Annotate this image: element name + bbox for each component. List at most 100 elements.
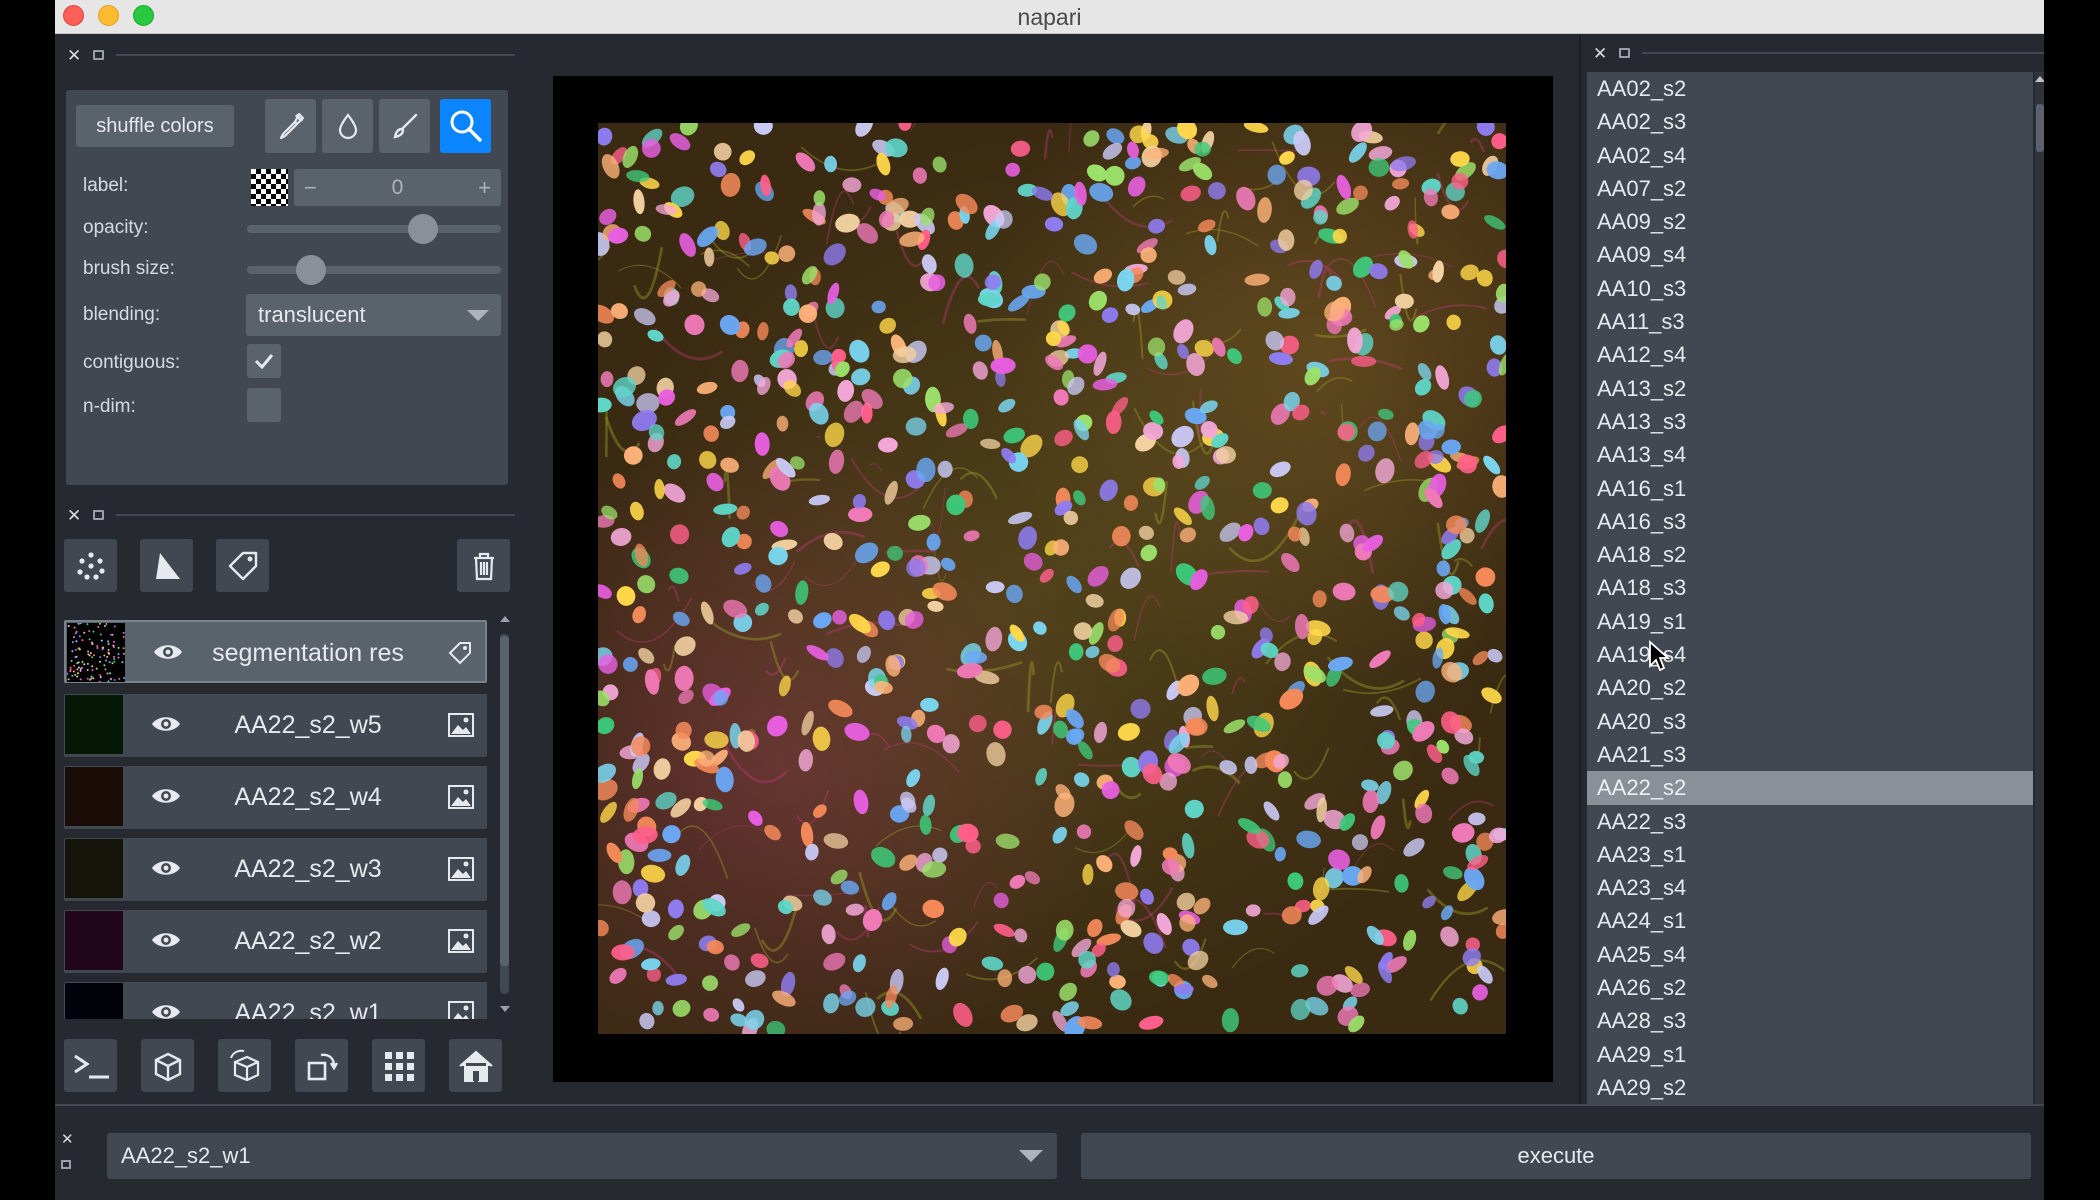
- layer-name[interactable]: segmentation res: [186, 622, 430, 685]
- file-list-item[interactable]: AA10_s3: [1587, 272, 2033, 305]
- nucleus-label: [1244, 273, 1270, 286]
- file-list-item[interactable]: AA25_s4: [1587, 938, 2033, 971]
- scroll-down-icon[interactable]: [500, 1006, 510, 1012]
- close-icon[interactable]: ✕: [1593, 45, 1607, 62]
- file-list-item[interactable]: AA13_s4: [1587, 438, 2033, 471]
- zoom-tool-button[interactable]: [440, 99, 491, 153]
- eye-icon[interactable]: [152, 640, 184, 664]
- transpose-button[interactable]: [295, 1039, 348, 1092]
- file-list-scrollbar[interactable]: [2035, 72, 2044, 1132]
- layer-name[interactable]: AA22_s2_w5: [184, 694, 432, 757]
- fill-tool-button[interactable]: [322, 99, 373, 153]
- eye-icon[interactable]: [150, 1000, 182, 1019]
- file-list-item[interactable]: AA02_s3: [1587, 105, 2033, 138]
- scroll-up-icon[interactable]: [500, 616, 510, 622]
- contiguous-checkbox[interactable]: [247, 344, 281, 378]
- new-shapes-layer-button[interactable]: [140, 539, 193, 592]
- new-labels-layer-button[interactable]: [216, 539, 269, 592]
- dock-handle[interactable]: [1642, 52, 2044, 54]
- close-icon[interactable]: ✕: [67, 507, 81, 524]
- nucleus-label: [1351, 355, 1377, 367]
- microscopy-image[interactable]: [598, 123, 1506, 1034]
- file-list-item[interactable]: AA16_s1: [1587, 472, 2033, 505]
- viewer-canvas[interactable]: [553, 76, 1553, 1082]
- layer-name[interactable]: AA22_s2_w2: [184, 910, 432, 973]
- ndisplay-button[interactable]: [141, 1039, 194, 1092]
- file-list-item[interactable]: AA28_s3: [1587, 1004, 2033, 1037]
- file-list-item[interactable]: AA19_s1: [1587, 605, 2033, 638]
- file-list-item[interactable]: AA18_s3: [1587, 571, 2033, 604]
- segmentation-overlay: [598, 123, 1506, 1034]
- float-icon[interactable]: [93, 50, 105, 60]
- file-list-item[interactable]: AA02_s4: [1587, 139, 2033, 172]
- scrollbar-thumb[interactable]: [500, 636, 509, 966]
- close-icon[interactable]: ✕: [67, 47, 81, 64]
- eye-icon[interactable]: [150, 784, 182, 808]
- file-list-item[interactable]: AA22_s2: [1587, 771, 2033, 805]
- tag-icon: [448, 642, 471, 665]
- file-list-item[interactable]: AA29_s1: [1587, 1038, 2033, 1071]
- float-icon[interactable]: [93, 510, 105, 520]
- grid-view-button[interactable]: [372, 1039, 425, 1092]
- file-list-item[interactable]: AA21_s3: [1587, 738, 2033, 771]
- home-button[interactable]: [449, 1039, 502, 1092]
- layer-name[interactable]: AA22_s2_w3: [184, 838, 432, 901]
- file-list-item[interactable]: AA11_s3: [1587, 305, 2033, 338]
- scroll-up-icon[interactable]: [2035, 76, 2044, 82]
- eye-icon[interactable]: [150, 712, 182, 736]
- paint-tool-button[interactable]: [379, 99, 430, 153]
- brush-size-slider[interactable]: [247, 255, 501, 285]
- file-list-item[interactable]: AA07_s2: [1587, 172, 2033, 205]
- decrement-icon[interactable]: −: [304, 175, 317, 201]
- layer-row-w2[interactable]: AA22_s2_w2: [64, 910, 487, 973]
- brush-size-slider-handle[interactable]: [296, 255, 327, 285]
- shuffle-colors-button[interactable]: shuffle colors: [76, 105, 234, 147]
- layer-row-segmentation[interactable]: segmentation res: [64, 620, 487, 683]
- file-list-item[interactable]: AA23_s4: [1587, 871, 2033, 904]
- file-list-item[interactable]: AA13_s2: [1587, 372, 2033, 405]
- file-list-item[interactable]: AA20_s2: [1587, 671, 2033, 704]
- layer-name[interactable]: AA22_s2_w4: [184, 766, 432, 829]
- file-list-item[interactable]: AA09_s2: [1587, 205, 2033, 238]
- execute-button[interactable]: execute: [1081, 1133, 2031, 1179]
- dock-handle[interactable]: [116, 514, 515, 516]
- layer-row-w3[interactable]: AA22_s2_w3: [64, 838, 487, 901]
- file-list-item[interactable]: AA09_s4: [1587, 238, 2033, 271]
- file-list-item[interactable]: AA26_s2: [1587, 971, 2033, 1004]
- file-list-item[interactable]: AA02_s2: [1587, 72, 2033, 105]
- increment-icon[interactable]: +: [478, 175, 491, 201]
- dock-handle[interactable]: [116, 54, 515, 56]
- new-points-layer-button[interactable]: [64, 539, 117, 592]
- opacity-slider[interactable]: [247, 214, 501, 244]
- file-list-item[interactable]: AA24_s1: [1587, 904, 2033, 937]
- file-list-item[interactable]: AA29_s2: [1587, 1071, 2033, 1104]
- float-icon[interactable]: [1619, 48, 1631, 58]
- layer-select-dropdown[interactable]: AA22_s2_w1: [107, 1133, 1057, 1179]
- opacity-slider-handle[interactable]: [408, 214, 439, 244]
- close-icon[interactable]: ✕: [61, 1130, 74, 1148]
- label-spinbox[interactable]: − 0 +: [294, 169, 501, 206]
- layer-name[interactable]: AA22_s2_w1: [184, 982, 432, 1019]
- file-list-item[interactable]: AA16_s3: [1587, 505, 2033, 538]
- layer-row-w4[interactable]: AA22_s2_w4: [64, 766, 487, 829]
- layer-row-w5[interactable]: AA22_s2_w5: [64, 694, 487, 757]
- file-list-item[interactable]: AA22_s3: [1587, 805, 2033, 838]
- blending-dropdown[interactable]: translucent: [246, 294, 501, 336]
- eye-icon[interactable]: [150, 928, 182, 952]
- layer-list-scrollbar[interactable]: [497, 614, 511, 1018]
- file-list-item[interactable]: AA23_s1: [1587, 838, 2033, 871]
- delete-layer-button[interactable]: [457, 539, 510, 592]
- float-icon[interactable]: [61, 1160, 71, 1169]
- file-list-item[interactable]: AA13_s3: [1587, 405, 2033, 438]
- picker-tool-button[interactable]: [265, 99, 316, 153]
- ndim-checkbox[interactable]: [247, 388, 281, 422]
- file-list-item[interactable]: AA20_s3: [1587, 705, 2033, 738]
- console-button[interactable]: [64, 1039, 117, 1092]
- eye-icon[interactable]: [150, 856, 182, 880]
- layer-row-w1[interactable]: AA22_s2_w1: [64, 982, 487, 1019]
- file-list[interactable]: AA02_s2 AA02_s3 AA02_s4 AA07_s2 AA09_s2 AA09_…: [1587, 72, 2033, 1132]
- file-list-item[interactable]: AA18_s2: [1587, 538, 2033, 571]
- file-list-item[interactable]: AA12_s4: [1587, 338, 2033, 371]
- roll-dimensions-button[interactable]: [218, 1039, 271, 1092]
- scrollbar-thumb[interactable]: [2036, 104, 2044, 152]
